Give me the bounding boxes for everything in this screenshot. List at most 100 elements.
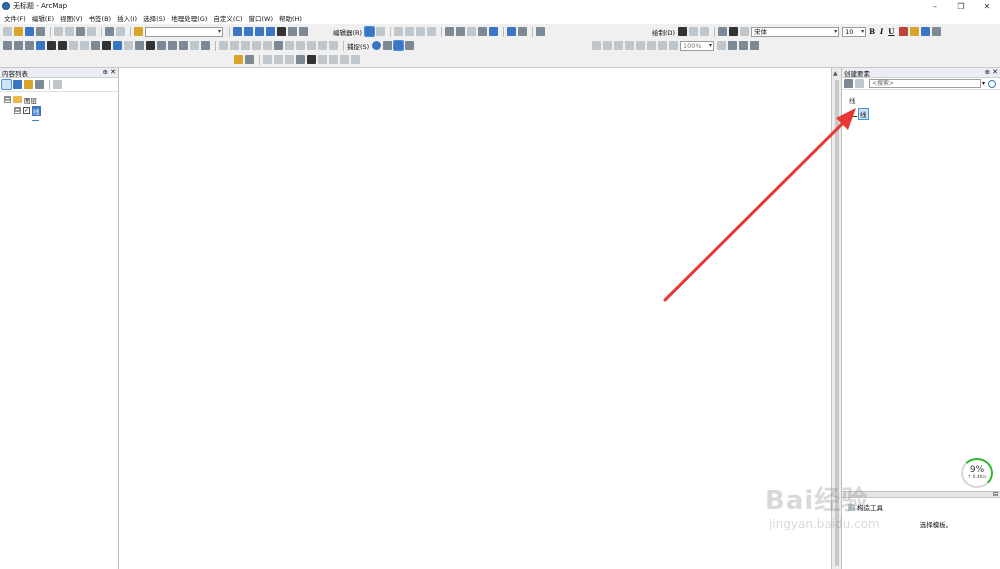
menu-view[interactable]: 视图(V) bbox=[60, 13, 83, 23]
map-topology-icon[interactable] bbox=[241, 41, 250, 50]
toggle-draft-mode-icon[interactable] bbox=[717, 41, 726, 50]
bold-button[interactable]: B bbox=[869, 27, 875, 36]
end-snapping-icon[interactable] bbox=[383, 41, 393, 50]
pin-icon[interactable]: ⊕ bbox=[103, 68, 108, 76]
edit-annotation-icon[interactable] bbox=[376, 27, 386, 36]
edit-tool-icon[interactable] bbox=[364, 26, 376, 37]
pin-icon[interactable]: ⊕ bbox=[985, 68, 990, 76]
geocoding-icon[interactable] bbox=[234, 55, 243, 64]
edit-vertices-icon[interactable] bbox=[445, 27, 455, 36]
identify-icon[interactable] bbox=[113, 41, 122, 50]
select-elements-tool-icon[interactable] bbox=[102, 41, 111, 50]
align-edge-icon[interactable] bbox=[285, 41, 294, 50]
edit-text-icon[interactable] bbox=[740, 27, 750, 36]
go-forward-icon[interactable] bbox=[80, 41, 89, 50]
list-by-selection-icon[interactable] bbox=[35, 80, 44, 89]
menu-help[interactable]: 帮助(H) bbox=[279, 13, 302, 23]
feature-template[interactable]: 线 bbox=[849, 108, 1000, 120]
zoom-out-icon[interactable] bbox=[14, 41, 23, 50]
snapping-menu[interactable]: 捕捉(S) bbox=[347, 41, 369, 51]
traverse-icon[interactable] bbox=[296, 55, 305, 64]
fixed-zoom-out-icon[interactable] bbox=[58, 41, 67, 50]
full-extent-icon[interactable] bbox=[36, 41, 45, 50]
marker-color-icon[interactable] bbox=[932, 27, 942, 36]
italic-button[interactable]: I bbox=[880, 27, 883, 36]
data-frame-row[interactable]: ⊟ 图层 bbox=[0, 94, 118, 105]
section-divider[interactable]: ⊟ bbox=[842, 491, 1000, 498]
chevron-down-icon[interactable]: ▾ bbox=[982, 80, 985, 87]
rotate-icon[interactable] bbox=[489, 27, 499, 36]
endpoint-arc-icon[interactable] bbox=[405, 27, 415, 36]
collapse-icon[interactable]: ⊟ bbox=[993, 491, 998, 498]
catalog-icon[interactable] bbox=[255, 27, 264, 36]
layout-fixed-zoom-in-icon[interactable] bbox=[636, 41, 645, 50]
search-window-icon[interactable] bbox=[266, 27, 275, 36]
find-icon[interactable] bbox=[146, 41, 155, 50]
zoom-in-icon[interactable] bbox=[3, 41, 12, 50]
point-snapping-icon[interactable] bbox=[372, 41, 382, 50]
template-search-input[interactable]: <搜索> bbox=[869, 79, 981, 88]
paste-icon[interactable] bbox=[76, 27, 85, 36]
layer-row[interactable]: ⊟ ✓ 线 bbox=[0, 105, 118, 116]
menu-file[interactable]: 文件(F) bbox=[4, 13, 26, 23]
sketch-properties-icon[interactable] bbox=[518, 27, 528, 36]
focus-data-frame-icon[interactable] bbox=[728, 41, 737, 50]
options-icon[interactable] bbox=[53, 80, 62, 89]
model-builder-icon[interactable] bbox=[299, 27, 308, 36]
zoom-100-icon[interactable] bbox=[625, 41, 634, 50]
editor-menu[interactable]: 编辑器(R) bbox=[333, 27, 362, 37]
new-text-icon[interactable] bbox=[729, 27, 739, 36]
rubbersheet-icon[interactable] bbox=[340, 55, 349, 64]
layout-back-icon[interactable] bbox=[658, 41, 667, 50]
list-by-source-icon[interactable] bbox=[13, 80, 22, 89]
menu-edit[interactable]: 编辑(E) bbox=[32, 13, 54, 23]
point-icon[interactable] bbox=[427, 27, 437, 36]
layout-forward-icon[interactable] bbox=[669, 41, 678, 50]
filter-icon[interactable] bbox=[855, 79, 864, 88]
reshape-icon[interactable] bbox=[456, 27, 466, 36]
new-document-icon[interactable] bbox=[3, 27, 12, 36]
draw-menu[interactable]: 绘制(D) bbox=[652, 27, 675, 37]
distance-icon[interactable] bbox=[285, 55, 294, 64]
table-of-contents-icon[interactable] bbox=[244, 27, 253, 36]
data-driven-pages-icon[interactable] bbox=[750, 41, 759, 50]
network-speed-widget[interactable]: 9% ↑ 0.4K/s bbox=[961, 458, 993, 488]
fill-color-icon[interactable] bbox=[910, 27, 920, 36]
layout-fixed-zoom-out-icon[interactable] bbox=[647, 41, 656, 50]
cut-polygons-icon[interactable] bbox=[467, 27, 477, 36]
search-icon[interactable] bbox=[988, 79, 997, 88]
change-layout-icon[interactable] bbox=[739, 41, 748, 50]
menu-bookmarks[interactable]: 书签(B) bbox=[89, 13, 112, 23]
show-shared-features-icon[interactable] bbox=[252, 41, 261, 50]
menu-customize[interactable]: 自定义(C) bbox=[213, 13, 242, 23]
menu-geoprocessing[interactable]: 地理处理(G) bbox=[171, 13, 207, 23]
map-view[interactable] bbox=[120, 68, 831, 569]
select-features-icon[interactable] bbox=[91, 41, 100, 50]
rectangle-icon[interactable] bbox=[718, 27, 728, 36]
html-popup-icon[interactable] bbox=[135, 41, 144, 50]
zoom-whole-page-icon[interactable] bbox=[700, 27, 710, 36]
rotate-element-icon[interactable] bbox=[689, 27, 699, 36]
layer-name[interactable]: 线 bbox=[32, 105, 41, 116]
delete-icon[interactable] bbox=[87, 27, 96, 36]
map-scale-combo[interactable]: ▾ bbox=[145, 26, 223, 37]
spatial-adjustment-icon[interactable] bbox=[318, 55, 327, 64]
dimension-icon[interactable] bbox=[307, 55, 316, 64]
line-color-icon[interactable] bbox=[921, 27, 931, 36]
menu-selection[interactable]: 选择(S) bbox=[143, 13, 165, 23]
reshape-edge-icon[interactable] bbox=[263, 41, 272, 50]
redo-icon[interactable] bbox=[116, 27, 125, 36]
time-slider-icon[interactable] bbox=[190, 41, 199, 50]
organize-templates-icon[interactable] bbox=[844, 79, 853, 88]
layer-visibility-checkbox[interactable]: ✓ bbox=[23, 107, 30, 114]
topology-icon[interactable] bbox=[219, 41, 228, 50]
layout-zoom-in-icon[interactable] bbox=[592, 41, 601, 50]
open-icon[interactable] bbox=[14, 27, 23, 36]
fixed-zoom-in-icon[interactable] bbox=[47, 41, 56, 50]
goto-xy-icon[interactable] bbox=[168, 41, 177, 50]
hyperlink-icon[interactable] bbox=[124, 41, 133, 50]
font-name-combo[interactable]: 宋体 ▾ bbox=[751, 26, 840, 37]
go-back-icon[interactable] bbox=[69, 41, 78, 50]
modify-edge-icon[interactable] bbox=[274, 41, 283, 50]
menu-windows[interactable]: 窗口(W) bbox=[249, 13, 274, 23]
